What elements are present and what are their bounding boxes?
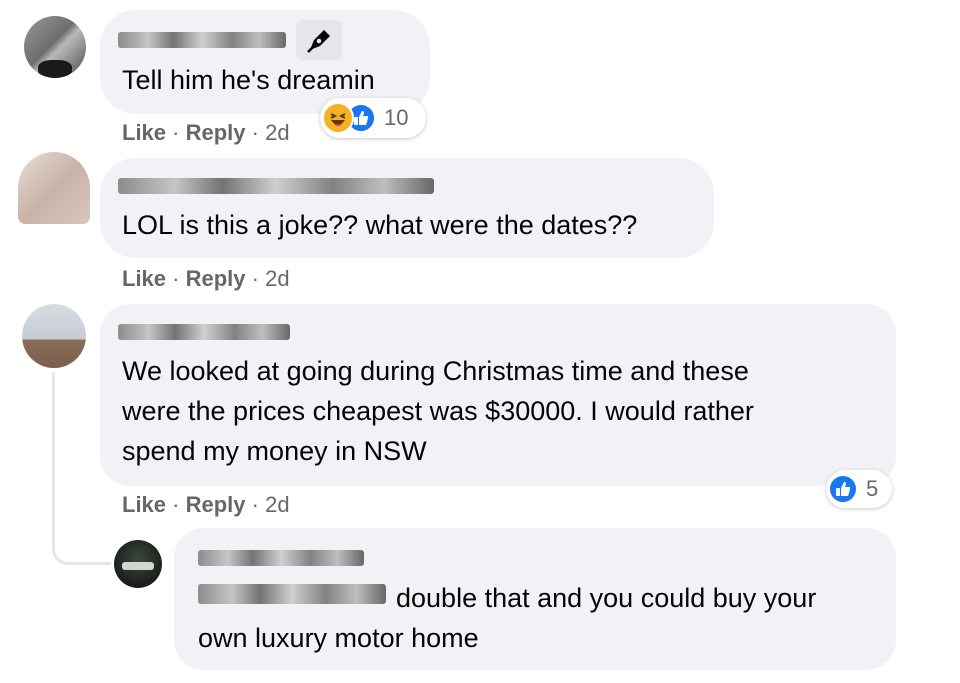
reply-text-line: double that and you could buy your bbox=[396, 583, 817, 613]
reaction-count: 5 bbox=[866, 476, 879, 501]
haha-icon bbox=[322, 102, 354, 134]
like-icon bbox=[828, 474, 858, 504]
comment-meta: Like · Reply · 2d bbox=[122, 266, 290, 291]
commenter-name[interactable] bbox=[118, 324, 290, 340]
mention-tag[interactable] bbox=[198, 584, 386, 604]
avatar[interactable] bbox=[24, 16, 86, 78]
reaction-summary[interactable]: 10 bbox=[320, 98, 426, 138]
like-link[interactable]: Like bbox=[122, 120, 166, 145]
comment-meta: Like · Reply · 2d bbox=[122, 492, 290, 517]
like-link[interactable]: Like bbox=[122, 492, 166, 517]
comment-meta: Like · Reply · 2d bbox=[122, 120, 290, 145]
avatar[interactable] bbox=[114, 540, 162, 588]
reaction-count: 10 bbox=[384, 105, 409, 130]
comment-text: LOL is this a joke?? what were the dates… bbox=[122, 210, 638, 240]
reply-link[interactable]: Reply bbox=[186, 120, 246, 145]
commenter-name[interactable] bbox=[118, 32, 286, 48]
timestamp[interactable]: 2d bbox=[265, 266, 289, 291]
commenter-name[interactable] bbox=[198, 550, 364, 566]
comment-text: Tell him he's dreamin bbox=[122, 65, 375, 95]
reaction-summary[interactable]: 5 bbox=[826, 470, 892, 508]
avatar[interactable] bbox=[22, 304, 86, 368]
avatar[interactable] bbox=[18, 152, 90, 224]
reply-link[interactable]: Reply bbox=[186, 492, 246, 517]
commenter-name[interactable] bbox=[118, 178, 434, 194]
pen-icon bbox=[296, 20, 342, 60]
reply-link[interactable]: Reply bbox=[186, 266, 246, 291]
timestamp[interactable]: 2d bbox=[265, 492, 289, 517]
comment-text-line: spend my money in NSW bbox=[122, 436, 427, 466]
timestamp[interactable]: 2d bbox=[265, 120, 289, 145]
comment-text-line: We looked at going during Christmas time… bbox=[122, 356, 749, 386]
comment-text-line: were the prices cheapest was $30000. I w… bbox=[122, 396, 754, 426]
reply-text-line: own luxury motor home bbox=[198, 623, 479, 653]
like-link[interactable]: Like bbox=[122, 266, 166, 291]
